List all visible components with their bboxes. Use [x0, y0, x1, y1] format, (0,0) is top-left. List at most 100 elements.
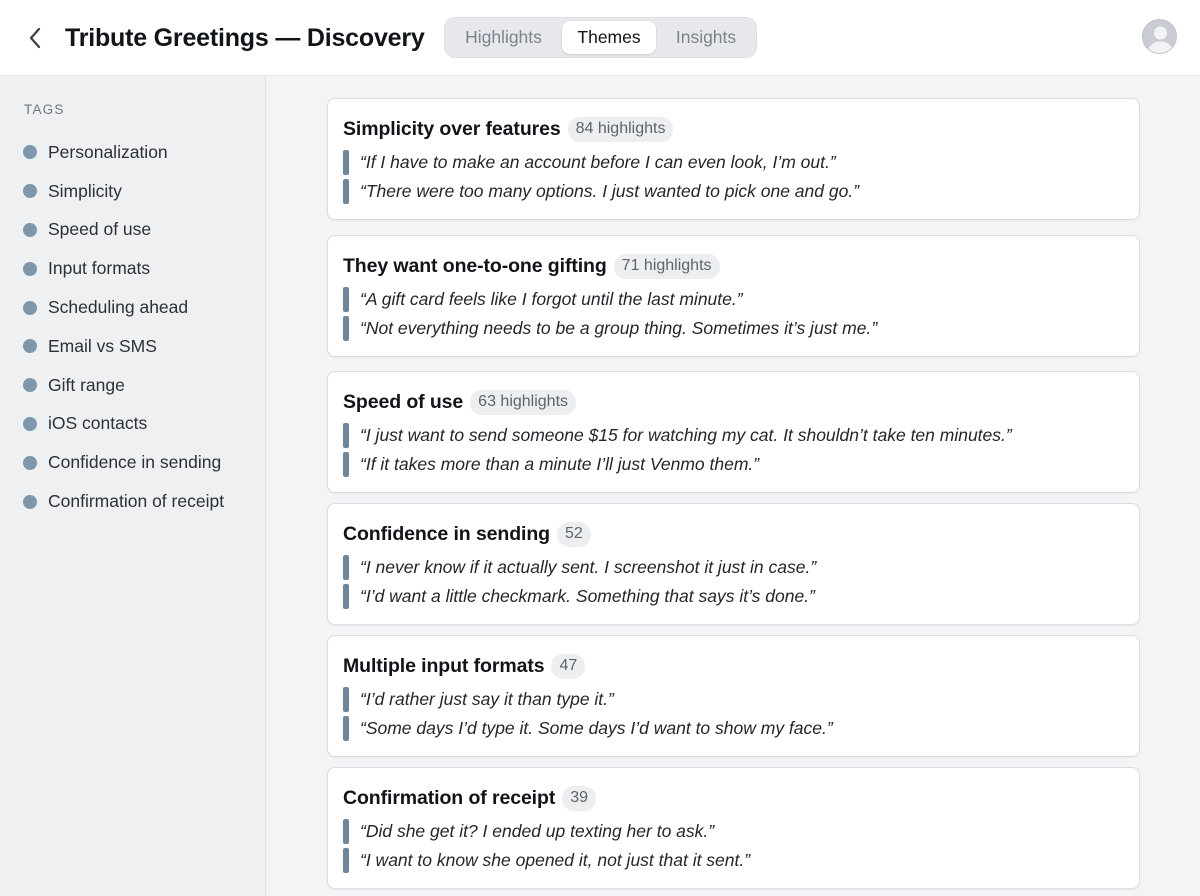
tag-label: Confidence in sending — [48, 452, 222, 473]
quote-bar — [343, 316, 349, 341]
theme-title: Confidence in sending — [343, 522, 550, 545]
quote-bar — [343, 150, 349, 175]
sidebar-item-input-formats[interactable]: Input formats — [23, 249, 258, 288]
quote-text: “Did she get it? I ended up texting her … — [360, 821, 715, 841]
sidebar-item-personalization[interactable]: Personalization — [23, 133, 258, 172]
app-header: Tribute Greetings — Discovery Highlights… — [0, 0, 1200, 76]
quote-bar — [343, 584, 349, 609]
quote-bar — [343, 716, 349, 741]
tag-dot-icon — [23, 339, 37, 354]
quote-bar — [343, 452, 349, 477]
highlight-count-badge: 71 highlights — [613, 253, 720, 279]
sidebar-item-confirmation-of-receipt[interactable]: Confirmation of receipt — [23, 482, 258, 521]
quote-text: “I just want to send someone $15 for wat… — [360, 425, 1012, 445]
sidebar-item-speed-of-use[interactable]: Speed of use — [23, 211, 258, 250]
quote: “Some days I’d type it. Some days I’d wa… — [343, 716, 833, 741]
page-title: Tribute Greetings — Discovery — [65, 24, 425, 52]
tag-dot-icon — [23, 145, 37, 160]
card-header: Confidence in sending 52 — [343, 520, 591, 548]
chevron-left-icon — [29, 27, 41, 49]
quote-bar — [343, 423, 349, 448]
quote-text: “If I have to make an account before I c… — [360, 152, 836, 172]
sidebar-item-confidence-in-sending[interactable]: Confidence in sending — [23, 443, 258, 482]
theme-card-speed-of-use[interactable]: Speed of use 63 highlights “I just want … — [327, 371, 1140, 493]
theme-card-confirmation-of-receipt[interactable]: Confirmation of receipt 39 “Did she get … — [327, 767, 1140, 889]
tags-heading: TAGS — [24, 102, 65, 117]
back-button[interactable] — [22, 24, 48, 52]
quote: “I never know if it actually sent. I scr… — [343, 555, 816, 580]
quote-text: “I never know if it actually sent. I scr… — [360, 557, 817, 577]
quote-bar — [343, 555, 349, 580]
tag-label: Scheduling ahead — [48, 297, 189, 318]
tag-dot-icon — [23, 222, 37, 237]
themes-list: Simplicity over features 84 highlights “… — [267, 77, 1200, 896]
tab-highlights[interactable]: Highlights — [448, 21, 559, 54]
highlight-count-badge: 63 highlights — [470, 389, 577, 415]
sidebar-item-email-vs-sms[interactable]: Email vs SMS — [23, 327, 258, 366]
quote-text: “There were too many options. I just wan… — [360, 181, 860, 201]
card-header: Multiple input formats 47 — [343, 652, 586, 680]
tag-dot-icon — [23, 300, 37, 315]
user-avatar-icon — [1147, 26, 1174, 53]
tag-dot-icon — [23, 184, 37, 199]
sidebar-item-simplicity[interactable]: Simplicity — [23, 172, 258, 211]
quote-text: “Some days I’d type it. Some days I’d wa… — [360, 718, 833, 738]
quote-bar — [343, 179, 349, 204]
theme-card-multiple-input-formats[interactable]: Multiple input formats 47 “I’d rather ju… — [327, 635, 1140, 757]
quote: “I just want to send someone $15 for wat… — [343, 423, 1012, 448]
theme-title: Multiple input formats — [343, 654, 545, 677]
theme-title: They want one-to-one gifting — [343, 254, 607, 277]
tag-dot-icon — [23, 378, 37, 393]
tag-label: Simplicity — [48, 180, 122, 201]
tag-dot-icon — [23, 455, 37, 470]
quote: “If it takes more than a minute I’ll jus… — [343, 452, 759, 477]
tag-label: Personalization — [48, 141, 168, 162]
card-header: Simplicity over features 84 highlights — [343, 115, 674, 143]
quote: “I want to know she opened it, not just … — [343, 848, 750, 873]
theme-title: Simplicity over features — [343, 117, 561, 140]
quote-bar — [343, 848, 349, 873]
theme-card-confidence-in-sending[interactable]: Confidence in sending 52 “I never know i… — [327, 503, 1140, 625]
quote-text: “A gift card feels like I forgot until t… — [360, 289, 743, 309]
quote-text: “I’d rather just say it than type it.” — [360, 689, 614, 709]
tag-label: Input formats — [48, 258, 151, 279]
tag-label: Email vs SMS — [48, 335, 157, 356]
quote: “If I have to make an account before I c… — [343, 150, 836, 175]
theme-title: Confirmation of receipt — [343, 786, 556, 809]
quote: “I’d want a little checkmark. Something … — [343, 584, 815, 609]
quote-text: “Not everything needs to be a group thin… — [360, 318, 878, 338]
highlight-count-badge: 52 — [557, 521, 591, 547]
tag-label: Confirmation of receipt — [48, 491, 225, 512]
theme-card-one-to-one-gifting[interactable]: They want one-to-one gifting 71 highligh… — [327, 235, 1140, 357]
tag-dot-icon — [23, 494, 37, 509]
tag-label: Speed of use — [48, 219, 152, 240]
tab-insights[interactable]: Insights — [658, 21, 754, 54]
quote: “Not everything needs to be a group thin… — [343, 316, 877, 341]
card-header: They want one-to-one gifting 71 highligh… — [343, 252, 720, 280]
theme-title: Speed of use — [343, 390, 464, 413]
highlight-count-badge: 47 — [551, 653, 586, 679]
sidebar-item-ios-contacts[interactable]: iOS contacts — [23, 405, 258, 444]
card-header: Speed of use 63 highlights — [343, 388, 577, 416]
quote: “I’d rather just say it than type it.” — [343, 687, 614, 712]
tag-list: Personalization Simplicity Speed of use … — [23, 133, 258, 521]
theme-card-simplicity-over-features[interactable]: Simplicity over features 84 highlights “… — [327, 98, 1140, 220]
tag-dot-icon — [23, 261, 37, 276]
user-avatar[interactable] — [1142, 19, 1177, 54]
tags-sidebar: TAGS Personalization Simplicity Speed of… — [0, 77, 266, 896]
highlight-count-badge: 84 highlights — [567, 116, 674, 142]
quote-text: “I’d want a little checkmark. Something … — [360, 586, 815, 606]
quote: “A gift card feels like I forgot until t… — [343, 287, 743, 312]
tag-label: Gift range — [48, 374, 125, 395]
quote-bar — [343, 819, 349, 844]
sidebar-item-gift-range[interactable]: Gift range — [23, 366, 258, 405]
quote-bar — [343, 287, 349, 312]
card-header: Confirmation of receipt 39 — [343, 784, 597, 812]
sidebar-item-scheduling-ahead[interactable]: Scheduling ahead — [23, 288, 258, 327]
tab-themes[interactable]: Themes — [562, 21, 656, 54]
quote-text: “If it takes more than a minute I’ll jus… — [360, 454, 760, 474]
quote-text: “I want to know she opened it, not just … — [360, 850, 751, 870]
view-tabs: Highlights Themes Insights — [444, 17, 757, 58]
tag-label: iOS contacts — [48, 413, 148, 434]
quote: “There were too many options. I just wan… — [343, 179, 859, 204]
